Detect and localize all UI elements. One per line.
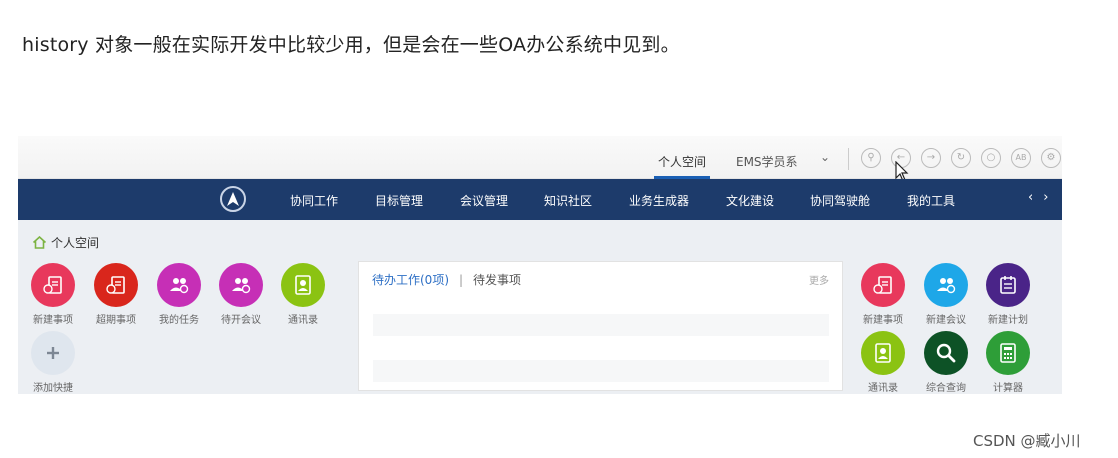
- new-item-icon: [31, 263, 75, 307]
- app-new-item-right[interactable]: 新建事项: [853, 263, 913, 326]
- main-nav: 协同工作 目标管理 会议管理 知识社区 业务生成器 文化建设 协同驾驶舱 我的工…: [18, 179, 1062, 220]
- nav-item-collab-work[interactable]: 协同工作: [290, 192, 338, 209]
- app-contacts[interactable]: 通讯录: [273, 263, 333, 326]
- app-calculator[interactable]: 计算器: [978, 331, 1038, 394]
- plus-icon: [31, 331, 75, 375]
- tab-pending-send[interactable]: 待发事项: [473, 273, 521, 287]
- nav-item-goal-mgmt[interactable]: 目标管理: [375, 192, 423, 209]
- app-label: 新建会议: [926, 315, 966, 326]
- new-plan-icon: [986, 263, 1030, 307]
- tasks-icon: [157, 263, 201, 307]
- search-icon: [924, 331, 968, 375]
- app-new-meeting[interactable]: 新建会议: [916, 263, 976, 326]
- calculator-icon: [986, 331, 1030, 375]
- more-link[interactable]: 更多: [809, 272, 829, 287]
- app-label: 通讯录: [288, 315, 318, 326]
- watermark: CSDN @臧小川: [973, 432, 1081, 450]
- ab-icon[interactable]: AB: [1011, 148, 1031, 168]
- todo-tabs: 待办工作(0项) | 待发事项: [372, 271, 521, 288]
- app-my-tasks[interactable]: 我的任务: [149, 263, 209, 326]
- divider: [848, 148, 849, 170]
- nav-item-cockpit[interactable]: 协同驾驶舱: [810, 192, 870, 209]
- app-label: 待开会议: [221, 315, 261, 326]
- nav-item-my-tools[interactable]: 我的工具: [907, 192, 955, 209]
- app-contacts-right[interactable]: 通讯录: [853, 331, 913, 394]
- app-label: 添加快捷: [33, 383, 73, 394]
- home-icon[interactable]: [32, 235, 47, 249]
- app-label: 新建事项: [863, 315, 903, 326]
- settings-icon[interactable]: ⚙: [1041, 148, 1061, 168]
- app-add-shortcut[interactable]: 添加快捷: [23, 331, 83, 394]
- app-overdue-item[interactable]: 超期事项: [86, 263, 146, 326]
- refresh-icon[interactable]: ↻: [951, 148, 971, 168]
- nav-item-culture[interactable]: 文化建设: [726, 192, 774, 209]
- nav-item-knowledge[interactable]: 知识社区: [544, 192, 592, 209]
- chat-icon[interactable]: ○: [981, 148, 1001, 168]
- top-utility-bar: 个人空间 EMS学员系 ⌄ ⚲ ← → ↻ ○ AB ⚙: [18, 136, 1062, 182]
- tab-separator: |: [459, 273, 464, 287]
- app-new-plan[interactable]: 新建计划: [978, 263, 1038, 326]
- chevron-down-icon[interactable]: ⌄: [820, 150, 830, 164]
- todo-placeholder-row: [373, 360, 829, 382]
- app-label: 综合查询: [926, 383, 966, 394]
- breadcrumb-label: 个人空间: [51, 236, 100, 250]
- app-pending-meetings[interactable]: 待开会议: [211, 263, 271, 326]
- app-label: 通讯录: [868, 383, 898, 394]
- app-general-search[interactable]: 综合查询: [916, 331, 976, 394]
- contacts-icon: [861, 331, 905, 375]
- article-text: history 对象一般在实际开发中比较少用，但是会在一些OA办公系统中见到。: [22, 34, 680, 56]
- nav-scroll-arrows[interactable]: ‹›: [1028, 190, 1058, 205]
- contacts-icon: [281, 263, 325, 307]
- overdue-icon: [94, 263, 138, 307]
- logo-icon[interactable]: [220, 186, 246, 212]
- todo-panel: 待办工作(0项) | 待发事项 更多: [358, 261, 843, 391]
- search-icon[interactable]: ⚲: [861, 148, 881, 168]
- app-label: 计算器: [993, 383, 1023, 394]
- new-item-icon: [861, 263, 905, 307]
- app-new-item[interactable]: 新建事项: [23, 263, 83, 326]
- app-label: 新建计划: [988, 315, 1028, 326]
- nav-item-meeting-mgmt[interactable]: 会议管理: [460, 192, 508, 209]
- app-label: 新建事项: [33, 315, 73, 326]
- todo-placeholder-row: [373, 314, 829, 336]
- breadcrumb: 个人空间: [32, 234, 99, 251]
- tab-personal-space[interactable]: 个人空间: [653, 153, 711, 179]
- nav-item-business-gen[interactable]: 业务生成器: [629, 192, 689, 209]
- app-label: 超期事项: [96, 315, 136, 326]
- user-name[interactable]: EMS学员系: [736, 153, 798, 170]
- app-label: 我的任务: [159, 315, 199, 326]
- tab-todo-work[interactable]: 待办工作(0项): [372, 273, 449, 287]
- oa-screenshot: 个人空间 EMS学员系 ⌄ ⚲ ← → ↻ ○ AB ⚙ 协同工作 目标管理 会…: [18, 136, 1062, 394]
- meeting-icon: [219, 263, 263, 307]
- new-meeting-icon: [924, 263, 968, 307]
- forward-icon[interactable]: →: [921, 148, 941, 168]
